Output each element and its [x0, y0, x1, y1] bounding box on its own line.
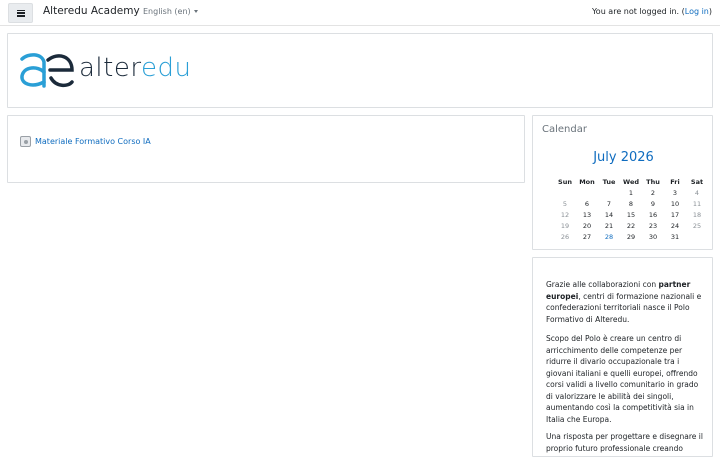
calendar-table: Sun Mon Tue Wed Thu Fri Sat 1 2 3 4 5 6 7 8 9 10 11 12 13 1…	[554, 176, 708, 242]
course-link[interactable]: Materiale Formativo Corso IA	[35, 137, 151, 146]
calendar-day[interactable]: 28	[598, 231, 620, 242]
weekday-header: Wed	[623, 177, 639, 186]
drawer-toggle-button[interactable]	[8, 3, 33, 23]
calendar-day[interactable]: 25	[686, 220, 708, 231]
info-paragraph-1: Grazie alle collaborazioni con partner e…	[546, 279, 706, 325]
calendar-day[interactable]: 24	[664, 220, 686, 231]
weekday-header: Thu	[646, 177, 660, 186]
calendar-day[interactable]: 12	[554, 209, 576, 220]
calendar-day[interactable]: 7	[598, 198, 620, 209]
calendar-title: Calendar	[542, 124, 587, 135]
calendar-day[interactable]: 6	[576, 198, 598, 209]
calendar-block: Calendar July 2026 Sun Mon Tue Wed Thu Fri Sat…	[532, 115, 713, 250]
weekday-header: Fri	[670, 177, 680, 186]
login-prefix: You are not logged in. (	[591, 7, 685, 16]
course-icon	[20, 136, 31, 147]
logo-word-dark: alter	[79, 53, 141, 83]
calendar-week-row: 12 13 14 15 16 17 18	[554, 209, 708, 220]
calendar-week-row: 19 20 21 22 23 24 25	[554, 220, 708, 231]
calendar-week-row: 26 27 28 29 30 31	[554, 231, 708, 242]
calendar-day[interactable]: 16	[642, 209, 664, 220]
logo-word-light: edu	[140, 53, 192, 83]
caret-down-icon	[193, 10, 198, 13]
site-name-link[interactable]: Alteredu Academy	[43, 5, 140, 17]
weekday-header: Sat	[690, 177, 704, 186]
calendar-day[interactable]: 17	[664, 209, 686, 220]
calendar-day[interactable]: 23	[642, 220, 664, 231]
calendar-day	[576, 187, 598, 198]
calendar-day[interactable]: 4	[686, 187, 708, 198]
top-navbar: Alteredu Academy English (en) You are no…	[0, 0, 720, 26]
calendar-day[interactable]: 20	[576, 220, 598, 231]
weekday-header: Mon	[579, 177, 595, 186]
calendar-day[interactable]: 3	[664, 187, 686, 198]
calendar-day[interactable]: 9	[642, 198, 664, 209]
calendar-day[interactable]: 2	[642, 187, 664, 198]
calendar-day	[686, 231, 708, 242]
calendar-day	[554, 187, 576, 198]
info-p1-start: Grazie alle collaborazioni con	[546, 280, 659, 289]
header-banner: alteredu	[7, 33, 713, 108]
calendar-day[interactable]: 15	[620, 209, 642, 220]
calendar-day[interactable]: 31	[664, 231, 686, 242]
weekday-header: Tue	[602, 177, 616, 186]
login-info: You are not logged in. (Log in)	[592, 7, 712, 16]
calendar-day[interactable]: 26	[554, 231, 576, 242]
calendar-day[interactable]: 19	[554, 220, 576, 231]
weekday-header: Sun	[558, 177, 572, 186]
calendar-day[interactable]: 29	[620, 231, 642, 242]
calendar-day[interactable]: 11	[686, 198, 708, 209]
calendar-day[interactable]: 13	[576, 209, 598, 220]
calendar-day[interactable]: 27	[576, 231, 598, 242]
calendar-day[interactable]: 5	[554, 198, 576, 209]
calendar-day[interactable]: 14	[598, 209, 620, 220]
calendar-day[interactable]: 8	[620, 198, 642, 209]
logo-wordmark: alteredu	[79, 53, 191, 83]
calendar-day[interactable]: 10	[664, 198, 686, 209]
calendar-day[interactable]: 30	[642, 231, 664, 242]
login-link[interactable]: Log in	[685, 7, 709, 16]
calendar-day	[598, 187, 620, 198]
language-menu[interactable]: English (en)	[143, 7, 198, 16]
calendar-week-row: 1234	[554, 187, 708, 198]
course-list-card: Materiale Formativo Corso IA	[7, 115, 525, 183]
info-block: Grazie alle collaborazioni con partner e…	[532, 257, 713, 457]
calendar-day[interactable]: 21	[598, 220, 620, 231]
calendar-day[interactable]: 18	[686, 209, 708, 220]
language-label: English (en)	[143, 7, 191, 16]
info-paragraph-3: Una risposta per progettare e disegnare …	[546, 432, 703, 453]
calendar-month-link[interactable]: July 2026	[533, 150, 714, 165]
calendar-week-row: 5 6 7 8 9 10 11	[554, 198, 708, 209]
calendar-day[interactable]: 22	[620, 220, 642, 231]
course-list-item: Materiale Formativo Corso IA	[20, 136, 151, 147]
hamburger-icon	[16, 9, 25, 17]
login-suffix: )	[708, 7, 712, 16]
alteredu-logo-mark-icon	[20, 53, 74, 88]
calendar-day[interactable]: 1	[620, 187, 642, 198]
info-paragraph-2: Scopo del Polo è creare un centro di arr…	[546, 334, 699, 424]
